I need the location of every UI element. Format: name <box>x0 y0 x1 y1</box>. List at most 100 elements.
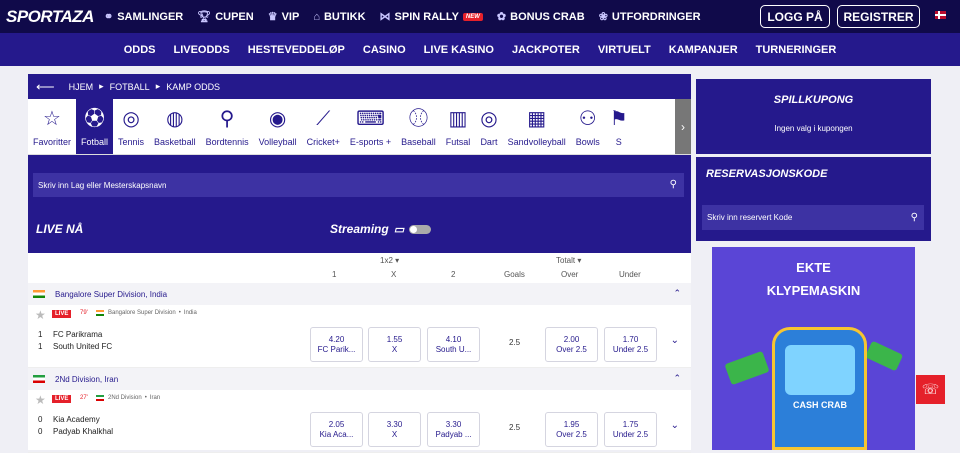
match-minute: 27' <box>80 395 88 401</box>
expand-chevron-icon[interactable]: ⌄ <box>671 335 679 346</box>
sport-tab-s[interactable]: ⚑ S <box>605 99 633 154</box>
main-content: ⟵ HJEM ▸ FOTBALL ▸ KAMP ODDS ☆ Favoritter… <box>28 74 691 453</box>
basketball-icon: ◍ <box>166 108 184 130</box>
sport-tab-fotball[interactable]: ⚽︎ Fotball <box>76 99 114 154</box>
topnav-item-utfordringer[interactable]: ❀ UTFORDRINGER <box>599 10 701 24</box>
sport-tab-futsal[interactable]: ▥ Futsal <box>441 99 476 154</box>
promo-banner[interactable]: EKTE KLYPEMASKIN CASH CRAB <box>712 247 915 450</box>
total-odds-button[interactable]: 1.75 Under 2.5 <box>604 412 657 447</box>
topnav-label: BUTIKK <box>323 10 366 23</box>
total-odds-button[interactable]: 1.95 Over 2.5 <box>545 412 598 447</box>
favorite-star-icon[interactable]: ★ <box>35 308 46 322</box>
odds-button[interactable]: 4.20 FC Parik... <box>310 327 363 362</box>
baseball-icon: ⚾︎ <box>408 108 429 130</box>
reservation-title: RESERVASJONSKODE <box>706 168 828 180</box>
odds-button[interactable]: 1.55 X <box>368 327 421 362</box>
sportaza-logo[interactable]: SPORTAZA <box>6 7 94 27</box>
total-odds-button[interactable]: 2.00 Over 2.5 <box>545 327 598 362</box>
expand-chevron-icon[interactable]: ⌄ <box>671 420 679 431</box>
subnav-item-turneringer[interactable]: TURNERINGER <box>756 44 837 56</box>
team-search-input[interactable]: Skriv inn Lag eller Mesterskapsnavn ⚲ <box>33 173 684 197</box>
away-team[interactable]: 1 South United FC <box>38 342 112 351</box>
sport-label: S <box>615 137 622 147</box>
search-icon[interactable]: ⚲ <box>911 212 918 223</box>
away-team[interactable]: 0 Padyab Khalkhal <box>38 427 113 436</box>
odds-value: 3.30 <box>445 419 462 429</box>
subnav-item-kampanjer[interactable]: KAMPANJER <box>669 44 738 56</box>
collapse-chevron-icon[interactable]: ⌃ <box>673 288 681 299</box>
sport-tab-bordtennis[interactable]: ⚲ Bordtennis <box>201 99 254 154</box>
match-league-info: 2Nd Division • Iran <box>96 395 160 401</box>
topnav-label: UTFORDRINGER <box>611 10 701 23</box>
odds-label: South U... <box>435 344 472 354</box>
market-1x2-label[interactable]: 1x2 ▾ <box>380 256 399 265</box>
search-icon[interactable]: ⚲ <box>670 179 677 190</box>
league-header[interactable]: 2Nd Division, Iran ⌃ <box>28 368 691 390</box>
register-button[interactable]: REGISTRER <box>837 5 920 28</box>
back-arrow-icon[interactable]: ⟵ <box>36 79 55 95</box>
reservation-code-input[interactable]: Skriv inn reservert Kode ⚲ <box>702 205 924 230</box>
sport-label: E-sports + <box>349 137 392 147</box>
topnav-item-vip[interactable]: ♛ VIP <box>268 10 300 24</box>
breadcrumb-football[interactable]: FOTBALL <box>110 82 150 92</box>
breadcrumb-home[interactable]: HJEM <box>69 82 94 92</box>
favorite-star-icon[interactable]: ★ <box>35 393 46 407</box>
mini-country-name: India <box>183 310 197 316</box>
table-tennis-icon: ⚲ <box>219 108 235 130</box>
live-now-title: LIVE NÅ <box>36 222 84 236</box>
odds-label: FC Parik... <box>317 344 356 354</box>
sport-label: Cricket+ <box>306 137 340 147</box>
streaming-label: Streaming <box>330 222 389 236</box>
odds-label: Under 2.5 <box>612 344 649 354</box>
separator-dot-icon: • <box>178 310 181 316</box>
separator-dot-icon: • <box>144 395 147 401</box>
topnav-item-butikk[interactable]: ⌂ BUTIKK <box>313 11 365 23</box>
topnav-item-spin-rally[interactable]: ⋈ SPIN RALLY NEW <box>380 10 483 23</box>
live-badge: LIVE <box>52 310 72 318</box>
streaming-toggle[interactable] <box>409 224 432 234</box>
login-button[interactable]: LOGG PÅ <box>760 5 830 28</box>
collapse-chevron-icon[interactable]: ⌃ <box>673 373 681 384</box>
sport-tab-volleyball[interactable]: ◉ Volleyball <box>254 99 302 154</box>
sport-tab-dart[interactable]: ◎ Dart <box>475 99 502 154</box>
subnav-item-casino[interactable]: CASINO <box>363 44 406 56</box>
sport-tab-cricket-[interactable]: ⟋ Cricket+ <box>302 99 345 154</box>
sport-tab-basketball[interactable]: ◍ Basketball <box>149 99 201 154</box>
topnav-item-bonus-crab[interactable]: ✿ BONUS CRAB <box>497 10 585 24</box>
sport-tab-sandvolleyball[interactable]: ▦ Sandvolleyball <box>503 99 571 154</box>
subnav-item-hesteveddeløp[interactable]: HESTEVEDDELØP <box>248 44 345 56</box>
home-team[interactable]: 0 Kia Academy <box>38 415 100 424</box>
odds-button[interactable]: 4.10 South U... <box>427 327 480 362</box>
mini-league-name: Bangalore Super Division <box>108 310 176 316</box>
sport-tab-e-sports-[interactable]: ⌨ E-sports + <box>345 99 396 154</box>
match-row[interactable]: ★ LIVE 27' 2Nd Division • Iran 0 Kia Academy 0 Pa… <box>28 390 691 453</box>
match-row[interactable]: ★ LIVE 79' Bangalore Super Division • India 1 F… <box>28 305 691 368</box>
col-under: Under <box>619 270 641 279</box>
sport-tab-favoritter[interactable]: ☆ Favoritter <box>28 99 76 154</box>
subnav-item-odds[interactable]: ODDS <box>124 44 156 56</box>
topnav-item-cupen[interactable]: 🏆︎ CUPEN <box>197 10 253 24</box>
total-odds-button[interactable]: 1.70 Under 2.5 <box>604 327 657 362</box>
odds-button[interactable]: 2.05 Kia Aca... <box>310 412 363 447</box>
support-chat-icon[interactable]: ☏ <box>916 375 945 404</box>
market-total-label[interactable]: Totalt ▾ <box>556 256 581 265</box>
home-team[interactable]: 1 FC Parikrama <box>38 330 102 339</box>
league-header[interactable]: Bangalore Super Division, India ⌃ <box>28 283 691 305</box>
sport-tab-baseball[interactable]: ⚾︎ Baseball <box>396 99 441 154</box>
cricket-icon: ⟋ <box>316 108 331 130</box>
odds-value: 1.55 <box>386 334 403 344</box>
subnav-item-live-kasino[interactable]: LIVE KASINO <box>424 44 494 56</box>
odds-button[interactable]: 3.30 Padyab ... <box>427 412 480 447</box>
topnav-item-samlinger[interactable]: ⚭ SAMLINGER <box>104 10 183 24</box>
sports-tabs: ☆ Favoritter ⚽︎ Fotball ◎ Tennis ◍ Basketball ⚲ B… <box>28 99 691 155</box>
odds-button[interactable]: 3.30 X <box>368 412 421 447</box>
subnav-item-virtuelt[interactable]: VIRTUELT <box>598 44 651 56</box>
sport-tab-bowls[interactable]: ⚇ Bowls <box>571 99 605 154</box>
sport-tab-tennis[interactable]: ◎ Tennis <box>113 99 149 154</box>
subnav-item-jackpoter[interactable]: JACKPOTER <box>512 44 580 56</box>
scroll-right-icon[interactable]: › <box>675 99 691 154</box>
norway-flag-icon[interactable] <box>935 11 946 19</box>
odds-label: Over 2.5 <box>556 429 587 439</box>
subnav-item-liveodds[interactable]: LIVEODDS <box>173 44 229 56</box>
league-name: Bangalore Super Division, India <box>55 289 168 299</box>
